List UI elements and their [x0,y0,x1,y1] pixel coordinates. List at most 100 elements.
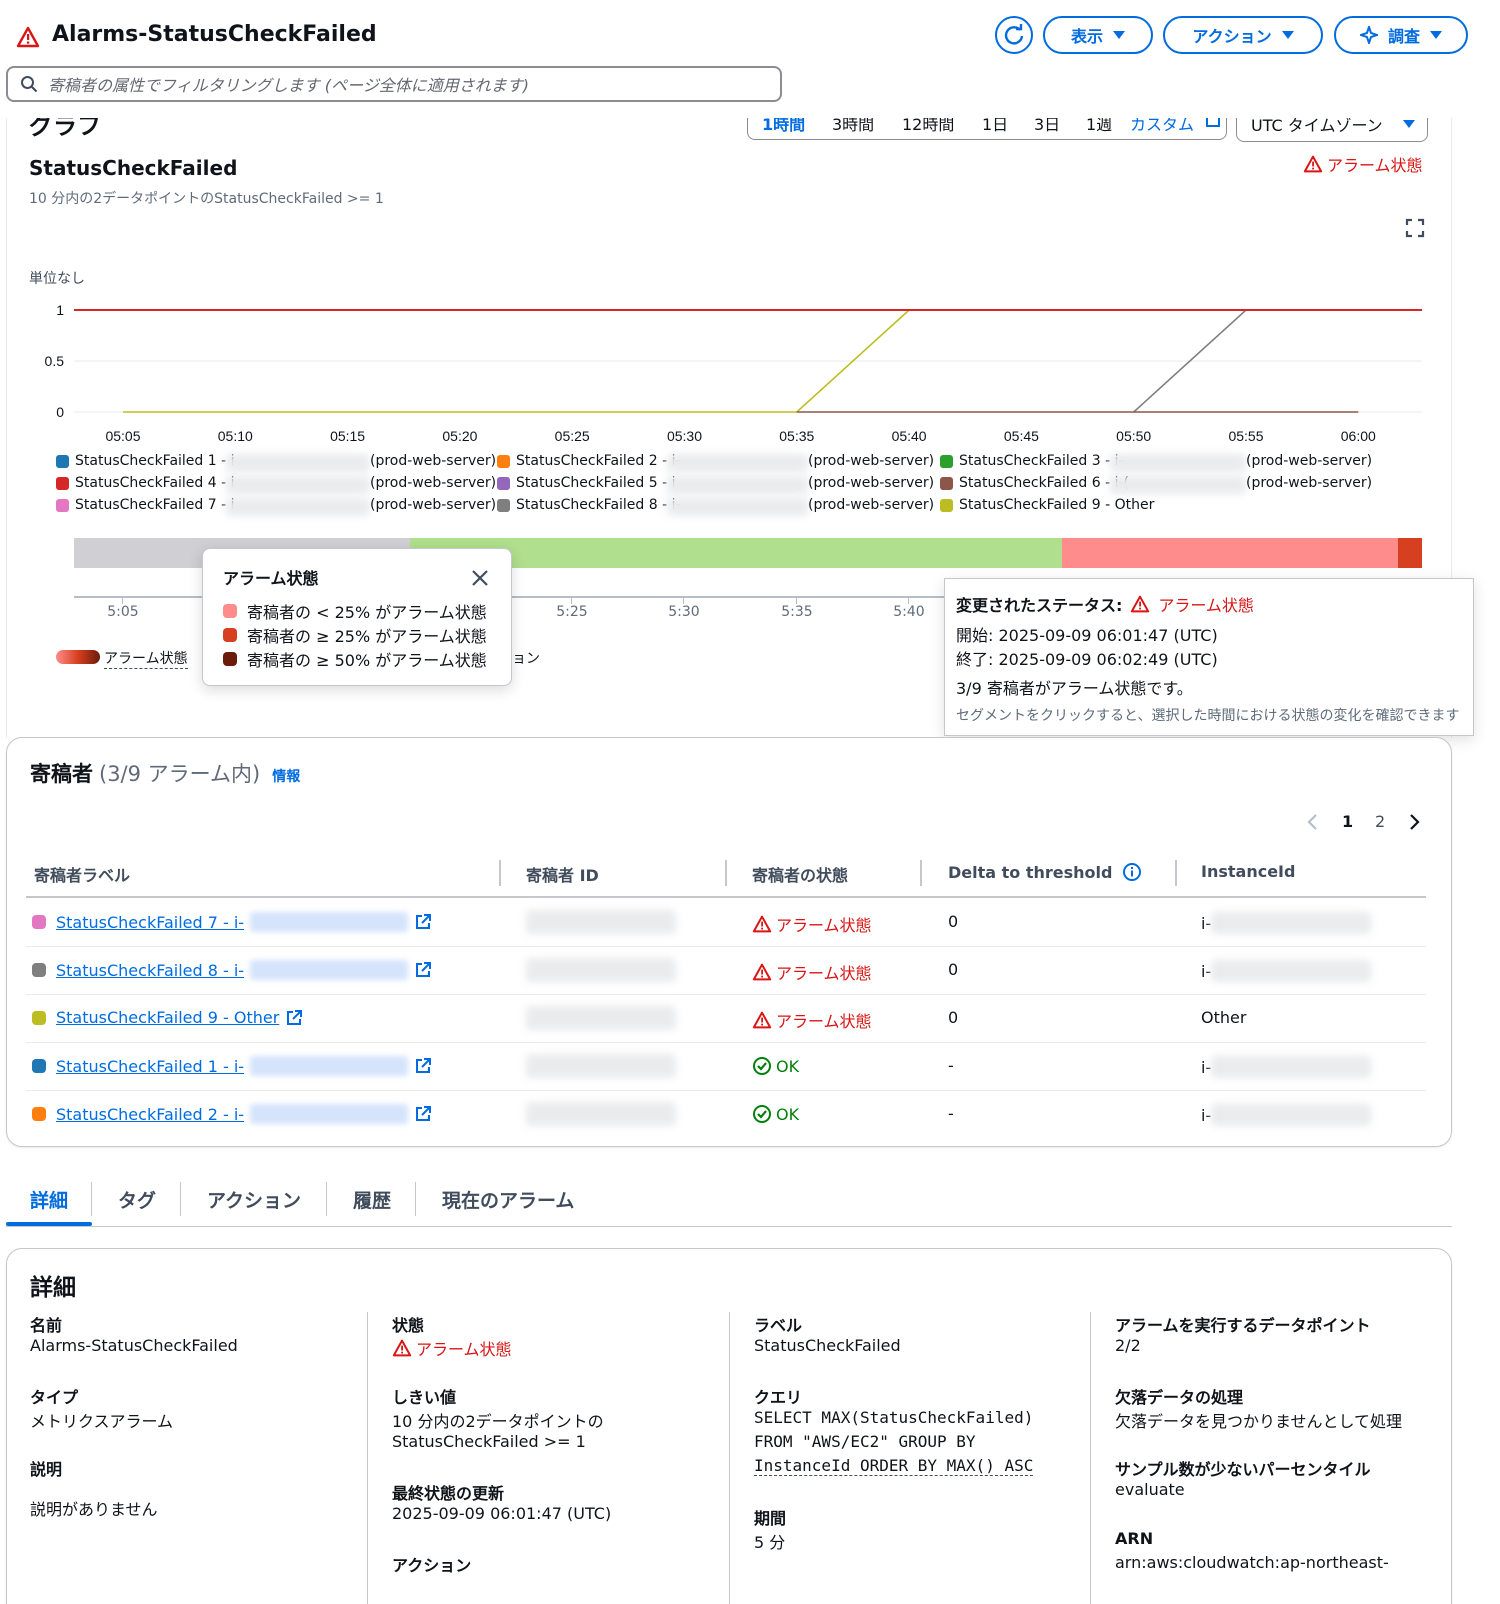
detail-name-key: 名前 [30,1316,63,1335]
popover-legend-item: 寄稿者の < 25% がアラーム状態 [223,599,487,623]
time-range-3d[interactable]: 3日 [1034,118,1060,135]
info-link[interactable]: 情報 [272,766,300,786]
page-1[interactable]: 1 [1342,812,1353,831]
contributor-state: アラーム状態 [752,1008,872,1032]
contributor-link[interactable]: StatusCheckFailed 1 - i- [56,1057,244,1076]
tab-1[interactable]: タグ [118,1186,156,1213]
page-2[interactable]: 2 [1375,812,1385,831]
contributor-delta: - [948,1104,954,1123]
detail-state-value: アラーム状態 [392,1336,512,1360]
contributor-instance: Other [1201,1008,1247,1027]
refresh-icon [1004,24,1024,45]
col-header-delta[interactable]: Delta to threshold [948,862,1142,882]
detail-arn-key: ARN [1115,1529,1154,1548]
y-axis-unit-label: 単位なし [29,271,85,287]
legend-item[interactable]: StatusCheckFailed 8 - i- [497,497,681,513]
detail-datapoints-key: アラームを実行するデータポイント [1115,1316,1371,1335]
legend-suffix: (prod-web-server) [370,497,497,513]
time-range-1d[interactable]: 1日 [982,118,1008,135]
timeline-segment-alarm-low[interactable] [1062,538,1398,568]
detail-threshold-value-2: StatusCheckFailed >= 1 [392,1432,586,1451]
col-header-label[interactable]: 寄稿者ラベル [34,862,130,886]
time-range-3h[interactable]: 3時間 [832,118,874,135]
redacted-instance-id [1211,1056,1372,1078]
contributor-link[interactable]: StatusCheckFailed 9 - Other [56,1008,279,1027]
tab-3[interactable]: 履歴 [353,1186,391,1213]
timeline-legend-label[interactable]: アラーム状態 [104,648,188,669]
external-link-icon[interactable] [414,1105,432,1123]
close-icon[interactable] [471,569,489,587]
time-range-selector[interactable]: 1時間 3時間 12時間 1日 3日 1週 カスタム [747,118,1227,140]
legend-item[interactable]: StatusCheckFailed 2 - i- [497,453,681,469]
alarm-warning-icon [1303,155,1323,173]
legend-swatch [940,454,953,468]
col-header-id[interactable]: 寄稿者 ID [526,862,599,886]
col-header-instance[interactable]: InstanceId [1201,862,1295,881]
legend-item[interactable]: StatusCheckFailed 5 - i [497,475,676,491]
external-link-icon[interactable] [285,1009,303,1027]
contributor-link[interactable]: StatusCheckFailed 2 - i- [56,1105,244,1124]
contributor-link[interactable]: StatusCheckFailed 8 - i- [56,961,244,980]
x-tick-label: 05:15 [330,428,365,444]
external-link-icon[interactable] [414,913,432,931]
detail-period-value: 5 分 [754,1533,786,1552]
prev-page-icon[interactable] [1306,813,1320,831]
x-tick-label: 05:35 [779,428,814,444]
x-tick-label: 05:40 [892,428,927,444]
x-tick-label: 05:05 [105,428,140,444]
expand-icon[interactable] [1405,218,1425,238]
legend-item[interactable]: StatusCheckFailed 3 - i- [940,453,1124,469]
contributor-label-cell: StatusCheckFailed 1 - i- [32,1056,432,1076]
redacted-contributor-id [526,910,676,934]
contributor-state: アラーム状態 [752,912,872,936]
contributor-state: アラーム状態 [752,960,872,984]
legend-swatch [497,454,510,468]
redacted-id [226,476,370,494]
time-range-custom[interactable]: カスタム [1130,118,1194,135]
filter-input[interactable]: 寄稿者の属性でフィルタリングします (ページ全体に適用されます) [6,66,782,102]
detail-percentile-key: サンプル数が少ないパーセンタイル [1115,1460,1371,1479]
contributor-swatch [32,1059,46,1073]
actions-button[interactable]: アクション [1163,16,1323,54]
legend-swatch [940,476,953,490]
y-tick-label: 0.5 [45,353,65,369]
contributor-label-cell: StatusCheckFailed 2 - i- [32,1104,432,1124]
col-header-state[interactable]: 寄稿者の状態 [752,862,848,886]
detail-query-line-3[interactable]: InstanceId ORDER BY MAX() ASC [754,1456,1034,1476]
detail-type-key: タイプ [30,1388,79,1407]
investigate-button[interactable]: 調査 [1334,16,1468,54]
time-range-1h[interactable]: 1時間 [762,118,805,135]
legend-item[interactable]: StatusCheckFailed 4 - i [56,475,235,491]
redacted-id [667,476,808,494]
timeline-segment-alarm-mid[interactable] [1398,538,1422,568]
timezone-select[interactable]: UTC タイムゾーン [1236,118,1428,142]
legend-item[interactable]: StatusCheckFailed 9 - Other [940,497,1154,513]
refresh-button[interactable] [995,16,1033,54]
detail-percentile-value: evaluate [1115,1480,1185,1499]
legend-item[interactable]: StatusCheckFailed 7 - i [56,497,235,513]
status-state: アラーム状態 [1158,596,1254,615]
view-button[interactable]: 表示 [1043,16,1153,54]
tab-4[interactable]: 現在のアラーム [442,1186,574,1213]
graph-section-title: グラフ [29,118,101,140]
legend-item[interactable]: StatusCheckFailed 1 - i [56,453,235,469]
redacted-id [250,1056,409,1076]
status-end: 終了: 2025-09-09 06:02:49 (UTC) [956,650,1218,669]
external-link-icon[interactable] [414,1057,432,1075]
time-range-1w[interactable]: 1週 [1086,118,1112,135]
metric-subtitle: 10 分内の2データポイントのStatusCheckFailed >= 1 [29,191,384,207]
legend-item[interactable]: StatusCheckFailed 6 - i-( [940,475,1129,491]
tab-0[interactable]: 詳細 [30,1186,68,1213]
time-range-12h[interactable]: 12時間 [902,118,954,135]
tab-2[interactable]: アクション [207,1186,301,1213]
redacted-instance-id [1211,960,1372,982]
info-icon[interactable] [1122,862,1142,882]
next-page-icon[interactable] [1407,813,1421,831]
alarm-warning-icon [752,1011,772,1029]
contributor-link[interactable]: StatusCheckFailed 7 - i- [56,913,244,932]
external-link-icon[interactable] [414,961,432,979]
legend-swatch [497,498,510,512]
legend-suffix: (prod-web-server) [1246,453,1373,469]
details-title: 詳細 [30,1275,76,1301]
contributor-delta: - [948,1056,954,1075]
